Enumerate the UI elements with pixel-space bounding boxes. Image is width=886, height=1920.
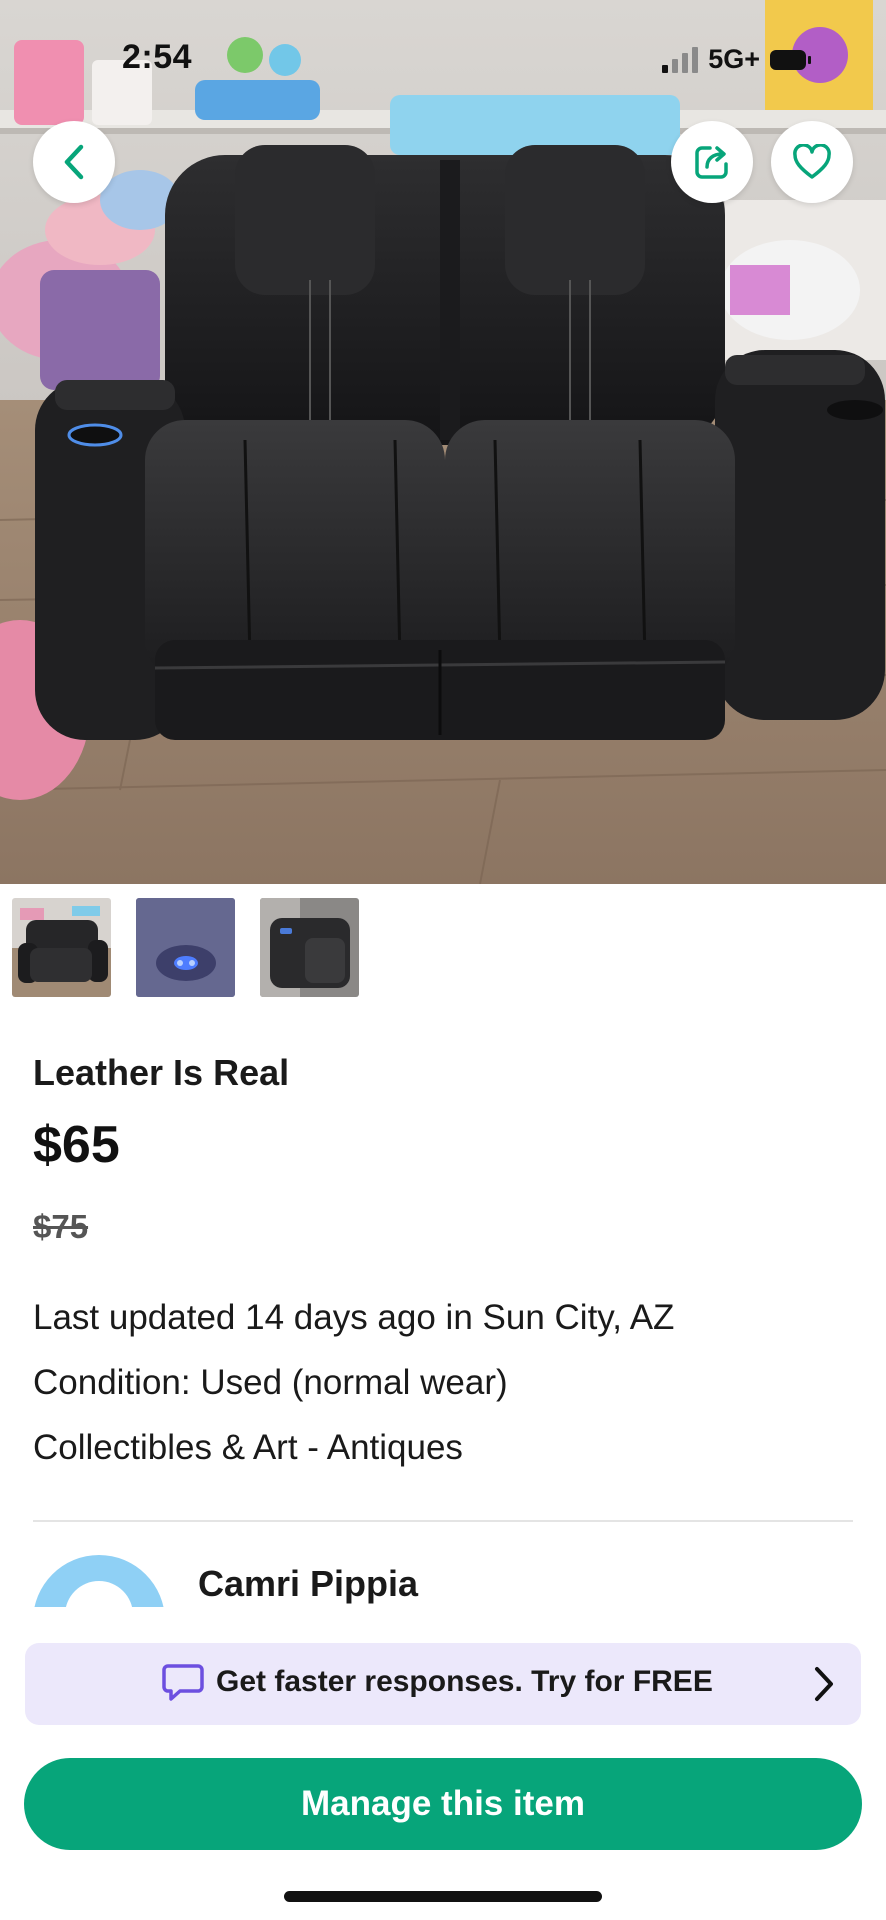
item-category[interactable]: Collectibles & Art - Antiques	[33, 1428, 463, 1468]
seller-avatar[interactable]	[33, 1555, 165, 1607]
status-time: 2:54	[122, 38, 193, 76]
thumbnail-1-image	[12, 898, 111, 997]
heart-icon	[793, 144, 831, 179]
favorite-button[interactable]	[771, 121, 853, 203]
back-button[interactable]	[33, 121, 115, 203]
network-type: 5G+	[708, 44, 760, 74]
thumbnail-3[interactable]	[260, 898, 359, 997]
thumbnail-1[interactable]	[12, 898, 111, 997]
home-indicator[interactable]	[284, 1891, 602, 1902]
signal-icon	[662, 46, 699, 73]
thumbnail-2-image	[136, 898, 235, 997]
listing-title: Leather Is Real	[33, 1052, 290, 1093]
section-divider	[33, 1520, 853, 1522]
chat-bubble-icon	[162, 1664, 204, 1701]
item-condition: Condition: Used (normal wear)	[33, 1363, 508, 1402]
thumbnail-strip	[12, 898, 359, 997]
chevron-right-icon	[815, 1667, 833, 1701]
share-button[interactable]	[671, 121, 753, 203]
battery-icon	[770, 49, 811, 70]
share-icon	[695, 146, 728, 179]
last-updated-location: Last updated 14 days ago in Sun City, AZ	[33, 1298, 675, 1337]
promo-banner[interactable]: Get faster responses. Try for FREE	[25, 1643, 861, 1725]
promo-text: Get faster responses. Try for FREE	[216, 1665, 713, 1698]
thumbnail-3-image	[260, 898, 359, 997]
listing-photo[interactable]: 2:54 5G+	[0, 0, 886, 884]
chevron-left-icon	[64, 144, 84, 180]
sofa-photo	[0, 0, 886, 884]
listing-price: $65	[33, 1116, 120, 1174]
avatar-placeholder-icon	[33, 1555, 165, 1607]
manage-item-button[interactable]: Manage this item	[24, 1758, 862, 1850]
status-indicators: 5G+	[662, 44, 811, 75]
thumbnail-2[interactable]	[136, 898, 235, 997]
seller-name[interactable]: Camri Pippia	[198, 1563, 418, 1605]
original-price: $75	[33, 1208, 89, 1245]
